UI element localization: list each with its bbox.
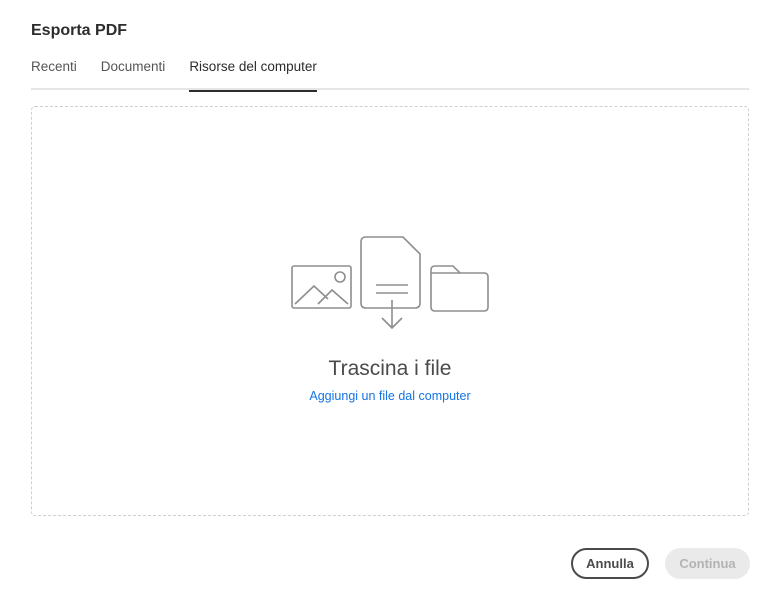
tab-documenti[interactable]: Documenti bbox=[101, 57, 166, 90]
tab-risorse-computer[interactable]: Risorse del computer bbox=[189, 57, 317, 92]
tab-bar: Recenti Documenti Risorse del computer bbox=[31, 57, 749, 92]
drop-illustration bbox=[291, 236, 489, 330]
folder-icon bbox=[430, 265, 489, 312]
cancel-button[interactable]: Annulla bbox=[571, 548, 649, 579]
dialog-title: Esporta PDF bbox=[31, 22, 128, 39]
add-file-link[interactable]: Aggiungi un file dal computer bbox=[32, 389, 748, 403]
drop-title: Trascina i file bbox=[328, 357, 452, 380]
export-pdf-dialog: Esporta PDF Recenti Documenti Risorse de… bbox=[0, 0, 763, 594]
image-icon bbox=[291, 265, 352, 309]
file-download-icon bbox=[360, 236, 421, 330]
file-drop-zone[interactable]: Trascina i file Aggiungi un file dal com… bbox=[31, 106, 749, 516]
continue-button[interactable]: Continua bbox=[665, 548, 750, 579]
tab-recenti[interactable]: Recenti bbox=[31, 57, 77, 90]
